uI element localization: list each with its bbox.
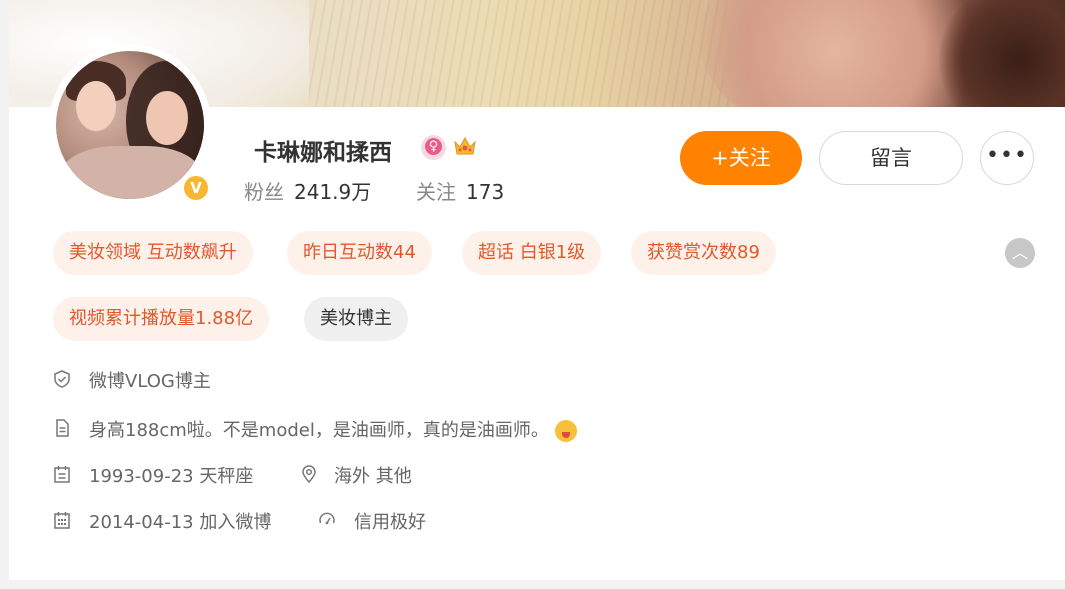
bio-text: 身高188cm啦。不是model，是油画师，真的是油画师。	[89, 416, 577, 442]
verification-text: 微博VLOG博主	[89, 371, 211, 392]
collapse-tags-button[interactable]: ︿	[1005, 238, 1035, 268]
tongue-wink-emoji-icon	[554, 420, 577, 442]
calendar-grid-icon	[54, 512, 70, 529]
tag-tips-count[interactable]: 获赞赏次数89	[631, 231, 776, 275]
verified-badge-icon: V	[181, 173, 211, 203]
tag-video-plays[interactable]: 视频累计播放量1.88亿	[53, 297, 270, 341]
crown-icon[interactable]	[452, 133, 478, 159]
female-gender-icon: ♀	[421, 135, 446, 160]
tag-beauty-domain[interactable]: 美妆领域 互动数飙升	[53, 231, 253, 275]
message-button[interactable]: 留言	[819, 131, 963, 185]
birthday-text: 1993-09-23 天秤座	[89, 466, 254, 487]
joined-text: 2014-04-13 加入微博	[89, 512, 272, 533]
followers-count: 241.9万	[294, 180, 372, 204]
followers-stat[interactable]: 粉丝 241.9万	[244, 176, 371, 205]
following-count: 173	[466, 180, 505, 204]
calendar-icon	[54, 466, 70, 483]
section-divider	[0, 580, 1065, 589]
location-pin-icon	[302, 465, 316, 484]
follow-button[interactable]: +关注	[680, 131, 802, 185]
tag-beauty-blogger[interactable]: 美妆博主	[304, 297, 408, 341]
tag-super-topic[interactable]: 超话 白银1级	[462, 231, 602, 275]
shield-check-icon	[54, 370, 70, 388]
following-stat[interactable]: 关注 173	[416, 176, 504, 205]
tag-yesterday-interactions[interactable]: 昨日互动数44	[287, 231, 432, 275]
profile-card: V 卡琳娜和揉西 ♀ 粉丝 241.9万 关注 173 +关注 留言 ••• 美妆领…	[9, 0, 1065, 580]
bio-content: 身高188cm啦。不是model，是油画师，真的是油画师。	[89, 420, 549, 441]
following-label: 关注	[416, 180, 456, 204]
document-icon	[56, 419, 69, 437]
profile-name: 卡琳娜和揉西	[254, 140, 392, 166]
credit-icon	[319, 512, 335, 525]
credit-text: 信用极好	[354, 512, 426, 533]
followers-label: 粉丝	[244, 180, 284, 204]
location-text: 海外 其他	[334, 466, 412, 487]
more-options-button[interactable]: •••	[980, 131, 1034, 185]
